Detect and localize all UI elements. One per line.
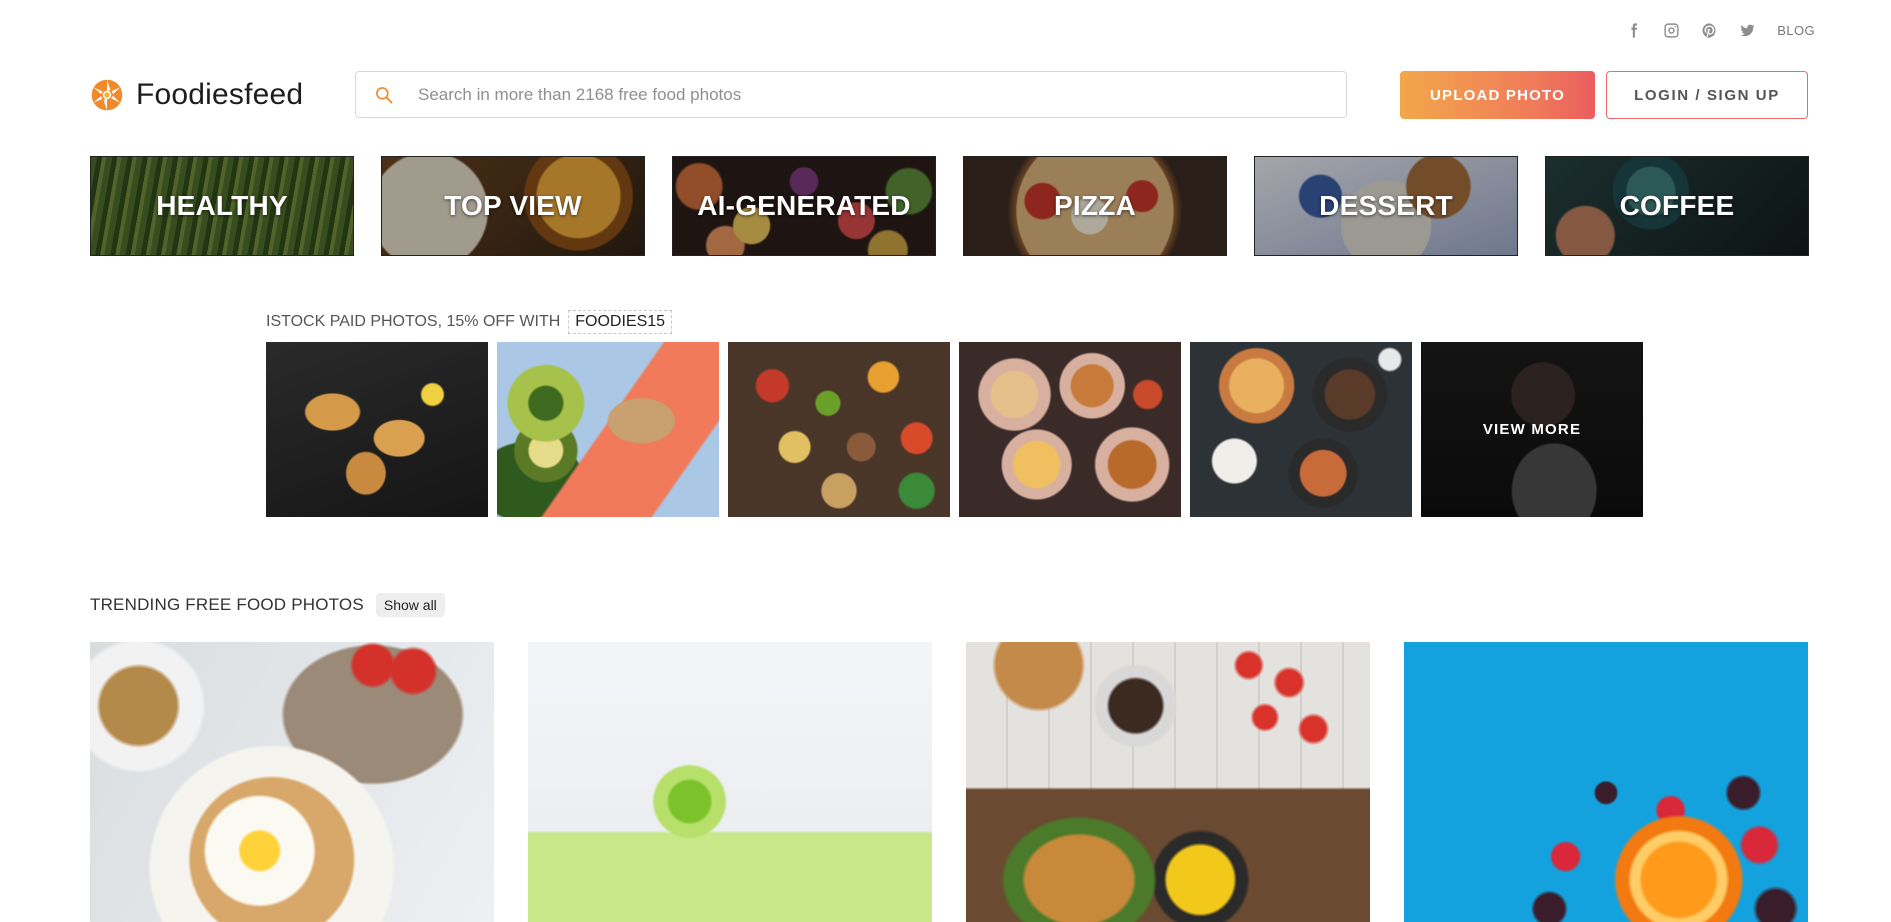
istock-photo[interactable] — [1190, 342, 1412, 517]
trending-photo[interactable] — [90, 642, 494, 922]
show-all-button[interactable]: Show all — [375, 593, 445, 617]
istock-photo[interactable] — [959, 342, 1181, 517]
logo-text: Foodiesfeed — [136, 78, 304, 111]
category-label: HEALTHY — [156, 190, 288, 221]
social-links: BLOG — [1623, 20, 1815, 40]
upload-photo-button[interactable]: UPLOAD PHOTO — [1400, 71, 1595, 119]
category-label: AI-GENERATED — [697, 190, 911, 221]
login-signup-button[interactable]: LOGIN / SIGN UP — [1606, 71, 1808, 119]
istock-view-more[interactable]: VIEW MORE — [1421, 342, 1643, 517]
trending-photo[interactable] — [966, 642, 1370, 922]
category-row: HEALTHY TOP VIEW AI-GENERATED PIZZA DESS… — [90, 156, 1809, 256]
istock-photo-row: VIEW MORE — [266, 342, 1643, 517]
trending-photo[interactable] — [1404, 642, 1808, 922]
pinterest-icon[interactable] — [1699, 20, 1719, 40]
istock-photo[interactable] — [266, 342, 488, 517]
category-coffee[interactable]: COFFEE — [1545, 156, 1809, 256]
istock-photo[interactable] — [497, 342, 719, 517]
category-pizza[interactable]: PIZZA — [963, 156, 1227, 256]
view-more-label: VIEW MORE — [1421, 342, 1643, 517]
search-icon — [364, 75, 404, 115]
trending-photo[interactable] — [528, 642, 932, 922]
istock-photo[interactable] — [728, 342, 950, 517]
facebook-icon[interactable] — [1623, 20, 1643, 40]
logo-aperture-icon — [91, 79, 123, 111]
trending-heading: TRENDING FREE FOOD PHOTOS Show all — [90, 593, 445, 617]
category-dessert[interactable]: DESSERT — [1254, 156, 1518, 256]
category-label: TOP VIEW — [444, 190, 582, 221]
category-healthy[interactable]: HEALTHY — [90, 156, 354, 256]
twitter-icon[interactable] — [1737, 20, 1757, 40]
instagram-icon[interactable] — [1661, 20, 1681, 40]
istock-heading-text: ISTOCK PAID PHOTOS, 15% OFF WITH — [266, 313, 561, 330]
istock-heading: ISTOCK PAID PHOTOS, 15% OFF WITH FOODIES… — [266, 310, 673, 334]
category-label: COFFEE — [1619, 190, 1735, 221]
search-bar — [355, 71, 1347, 118]
search-input[interactable] — [418, 84, 1318, 105]
blog-link[interactable]: BLOG — [1777, 23, 1815, 38]
promo-code[interactable]: FOODIES15 — [568, 310, 673, 334]
logo[interactable]: Foodiesfeed — [90, 78, 303, 112]
category-top-view[interactable]: TOP VIEW — [381, 156, 645, 256]
trending-title: TRENDING FREE FOOD PHOTOS — [90, 595, 364, 614]
category-label: DESSERT — [1319, 190, 1453, 221]
trending-photo-grid — [90, 642, 1808, 922]
category-ai-generated[interactable]: AI-GENERATED — [672, 156, 936, 256]
category-label: PIZZA — [1054, 190, 1136, 221]
